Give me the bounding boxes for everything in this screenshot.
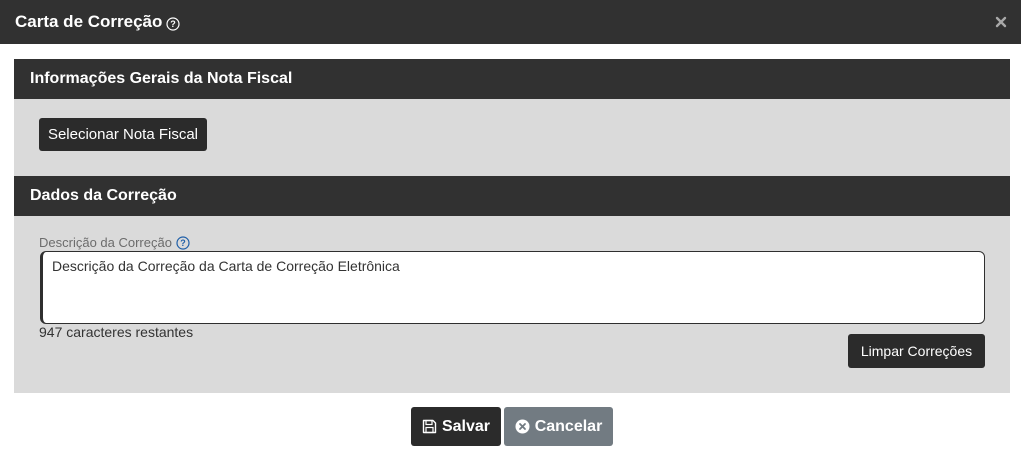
- remaining-characters: 947 caracteres restantes: [39, 324, 194, 340]
- correction-section: Dados da Correção Descrição da Correção …: [14, 176, 1010, 393]
- modal-header: Carta de Correção ?: [0, 0, 1021, 44]
- modal-title-wrap: Carta de Correção ?: [15, 12, 180, 32]
- general-info-header: Informações Gerais da Nota Fiscal: [14, 59, 1010, 99]
- cancel-button[interactable]: Cancelar: [504, 407, 613, 446]
- svg-text:?: ?: [171, 19, 177, 29]
- description-textarea[interactable]: Descrição da Correção da Carta de Correç…: [40, 251, 985, 324]
- close-icon: [995, 16, 1007, 28]
- description-field-label: Descrição da Correção: [39, 235, 172, 250]
- clear-corrections-button[interactable]: Limpar Correções: [848, 334, 985, 368]
- correction-header: Dados da Correção: [14, 176, 1010, 216]
- save-button[interactable]: Salvar: [411, 407, 501, 446]
- floppy-disk-icon: [422, 419, 437, 434]
- select-invoice-button[interactable]: Selecionar Nota Fiscal: [39, 118, 207, 151]
- general-info-section: Informações Gerais da Nota Fiscal Seleci…: [14, 59, 1010, 176]
- close-button[interactable]: [993, 12, 1009, 32]
- save-button-label: Salvar: [441, 417, 491, 435]
- question-circle-icon[interactable]: ?: [176, 235, 190, 250]
- x-circle-icon: [515, 419, 530, 434]
- modal-title: Carta de Correção: [15, 12, 163, 31]
- svg-text:?: ?: [180, 238, 186, 248]
- description-field-label-wrap: Descrição da Correção ?: [39, 235, 190, 250]
- question-circle-icon[interactable]: ?: [166, 16, 180, 31]
- cancel-button-label: Cancelar: [534, 417, 603, 435]
